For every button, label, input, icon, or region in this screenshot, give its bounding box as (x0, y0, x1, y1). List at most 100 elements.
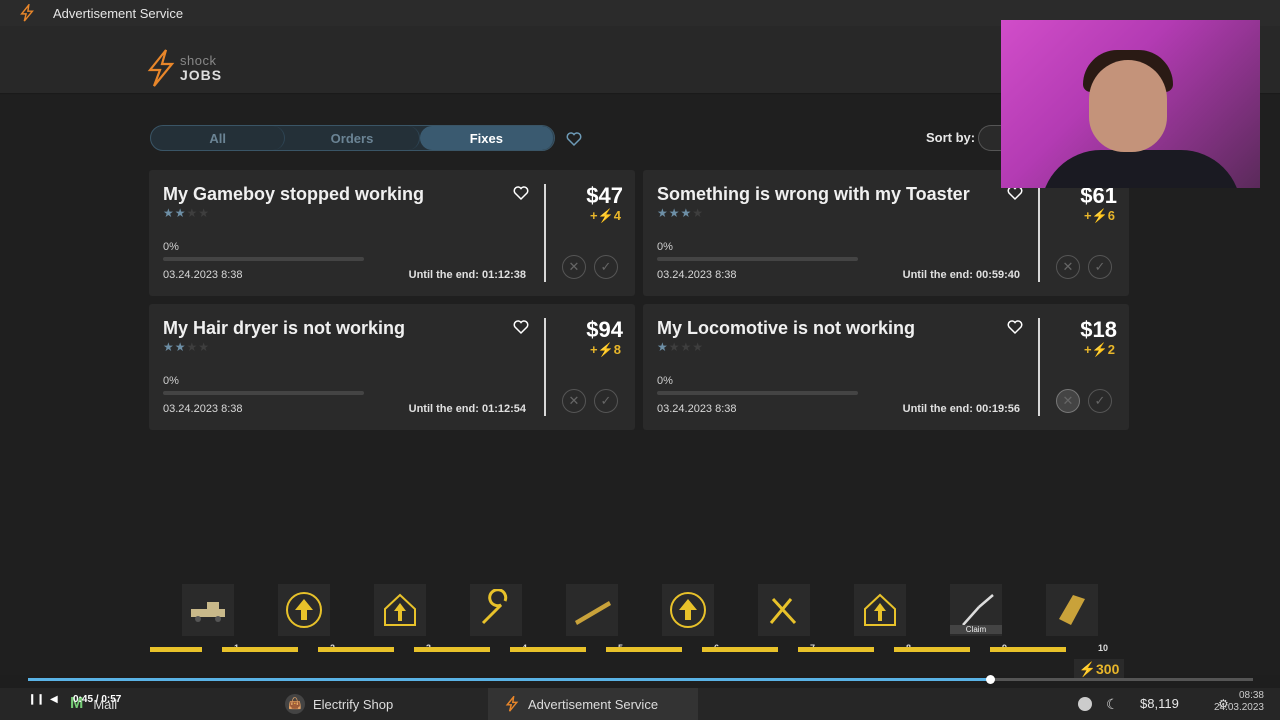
job-title: My Hair dryer is not working (163, 318, 406, 338)
progress-label: 0% (657, 375, 673, 387)
tab-orders[interactable]: Orders (285, 126, 420, 150)
job-bonus: +⚡6 (1083, 208, 1115, 223)
level-reward-5 (566, 584, 618, 636)
accept-button[interactable]: ✓ (1088, 389, 1112, 413)
decline-button[interactable]: ✕ (562, 255, 586, 279)
shop-bag-icon: 👜 (285, 694, 305, 714)
upgrade-arrow-icon (286, 592, 322, 628)
pickup-truck-icon (191, 602, 225, 622)
job-card[interactable]: My Locomotive is not working ★★★★ 0% 03.24.… (643, 304, 1129, 430)
decline-button[interactable]: ✕ (1056, 389, 1080, 413)
progress-label: 0% (657, 241, 673, 253)
double-wrench-icon (769, 597, 797, 625)
level-bar-segment (702, 647, 778, 652)
star-icon: ★ (186, 206, 199, 220)
close-icon: ✕ (568, 393, 580, 408)
progress-bar (657, 257, 858, 261)
star-icon: ★ (668, 206, 681, 220)
accept-button[interactable]: ✓ (594, 255, 618, 279)
house-upgrade-icon (864, 593, 896, 626)
job-price: $18 (1080, 317, 1117, 342)
job-date: 03.24.2023 8:38 (163, 269, 243, 281)
job-date: 03.24.2023 8:38 (657, 403, 737, 415)
video-progress-knob[interactable] (985, 675, 995, 684)
logo-line1: shock (180, 53, 217, 68)
job-deadline: Until the end: 01:12:54 (408, 403, 526, 415)
close-icon: ✕ (1062, 393, 1074, 408)
webcam-person-face (1089, 60, 1167, 152)
difficulty-stars: ★★★★ (163, 340, 210, 354)
ads-bolt-icon (505, 696, 519, 712)
tab-fixes[interactable]: Fixes (419, 126, 554, 150)
level-bonus-reward: ⚡300 (1074, 659, 1124, 679)
level-bar-segment (606, 647, 682, 652)
day-toggle-circle-icon[interactable] (1078, 688, 1094, 720)
level-reward-1 (182, 584, 234, 636)
level-reward-2 (278, 584, 330, 636)
gold-bar-icon (1059, 595, 1085, 625)
decline-button[interactable]: ✕ (562, 389, 586, 413)
star-icon: ★ (657, 206, 669, 220)
star-icon: ★ (174, 340, 187, 354)
level-bar-segment (222, 647, 298, 652)
check-icon: ✓ (600, 259, 612, 274)
taskbar: M Mail 👜 Electrify Shop Advertisement Se… (0, 688, 1280, 720)
favorite-heart-icon[interactable] (513, 319, 529, 335)
job-price: $94 (586, 317, 623, 342)
job-title: My Gameboy stopped working (163, 184, 425, 204)
video-progress-bar[interactable] (28, 675, 1253, 684)
star-icon: ★ (680, 206, 693, 220)
star-icon: ★ (174, 206, 187, 220)
level-bar-segment (894, 647, 970, 652)
accept-button[interactable]: ✓ (1088, 255, 1112, 279)
star-icon: ★ (657, 340, 669, 354)
logo-bolt-icon (147, 49, 175, 87)
progress-label: 0% (163, 241, 179, 253)
job-card[interactable]: My Gameboy stopped working ★★★★ 0% 03.24.20… (149, 170, 635, 296)
level-bar-segment (150, 647, 202, 652)
difficulty-stars: ★★★★ (163, 206, 210, 220)
star-icon: ★ (680, 340, 693, 354)
video-volume-icon[interactable]: ◀ (50, 694, 58, 705)
taskbar-electrify-shop[interactable]: 👜 Electrify Shop (285, 688, 485, 720)
favorites-filter-heart-icon[interactable] (566, 131, 582, 147)
wrench-icon (481, 589, 508, 625)
job-deadline: Until the end: 00:19:56 (902, 403, 1020, 415)
check-icon: ✓ (1094, 393, 1106, 408)
favorite-heart-icon[interactable] (513, 185, 529, 201)
favorite-heart-icon[interactable] (1007, 319, 1023, 335)
moon-icon[interactable]: ☾ (1106, 688, 1122, 720)
taskbar-advertisement-service[interactable]: Advertisement Service (488, 688, 698, 720)
level-reward-9[interactable]: Claim (950, 584, 1002, 636)
difficulty-stars: ★★★★ (657, 340, 704, 354)
level-reward-6 (662, 584, 714, 636)
job-card[interactable]: Something is wrong with my Toaster ★★★★ 0%… (643, 170, 1129, 296)
video-time: 0:45 / 0:57 (73, 694, 122, 705)
job-date: 03.24.2023 8:38 (657, 269, 737, 281)
card-divider (544, 318, 546, 416)
accept-button[interactable]: ✓ (594, 389, 618, 413)
close-icon: ✕ (568, 259, 580, 274)
decline-button[interactable]: ✕ (1056, 255, 1080, 279)
level-reward-4 (470, 584, 522, 636)
card-divider (544, 184, 546, 282)
taskbar-money: $8,119 (1140, 696, 1179, 711)
progress-bar (163, 257, 364, 261)
job-title: Something is wrong with my Toaster (657, 184, 970, 204)
claim-button[interactable]: Claim (950, 625, 1002, 634)
progress-bar (163, 391, 364, 395)
video-pause-icon[interactable]: ❙❙ (28, 694, 45, 705)
shock-jobs-logo: shock JOBS (144, 48, 222, 88)
level-bar-segment (414, 647, 490, 652)
job-card[interactable]: My Hair dryer is not working ★★★★ 0% 03.24.… (149, 304, 635, 430)
upgrade-arrow-icon (670, 592, 706, 628)
job-title: My Locomotive is not working (657, 318, 916, 338)
level-reward-8 (854, 584, 906, 636)
tab-all[interactable]: All (151, 126, 286, 150)
job-bonus: +⚡4 (589, 208, 621, 223)
video-progress-played (28, 678, 990, 681)
star-icon: ★ (186, 340, 199, 354)
level-number: 10 (1098, 643, 1109, 653)
job-price: $47 (586, 183, 623, 208)
webcam-person-shirt (1041, 150, 1241, 188)
